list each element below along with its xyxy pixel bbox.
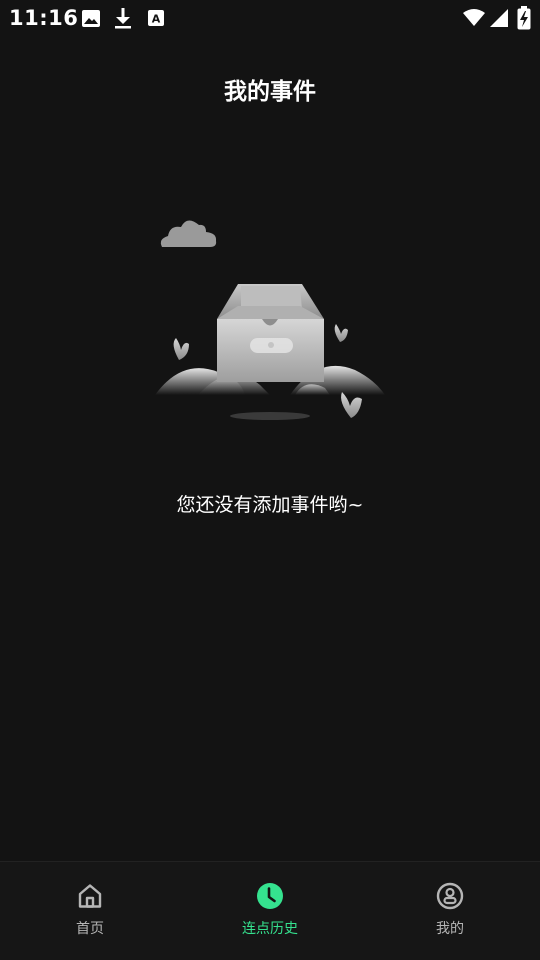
font-icon: A [148,10,164,26]
status-time: 11:16 [9,6,79,30]
app-screen: 11:16 A 我的事件 您还没有添加事件哟~ 首页 连点历史 我的 [0,0,540,960]
home-icon [75,881,105,911]
battery-charging-icon [517,6,531,30]
download-icon [115,8,131,29]
nav-item-profile[interactable]: 我的 [360,862,540,960]
nav-label-click-history: 连点历史 [242,921,298,937]
empty-box-icon [155,220,385,420]
nav-item-home[interactable]: 首页 [0,862,180,960]
status-bar: 11:16 A [0,0,540,38]
empty-state-message: 您还没有添加事件哟~ [176,494,364,516]
clock-icon [255,881,285,911]
page-title: 我的事件 [224,79,316,105]
wifi-icon [463,9,485,26]
nav-item-click-history[interactable]: 连点历史 [180,862,360,960]
nav-label-profile: 我的 [436,921,464,937]
image-icon [82,10,100,27]
profile-icon [435,881,465,911]
signal-icon [490,9,508,27]
nav-label-home: 首页 [76,921,104,937]
svg-text:A: A [152,13,161,26]
bottom-nav: 首页 连点历史 我的 [0,861,540,960]
